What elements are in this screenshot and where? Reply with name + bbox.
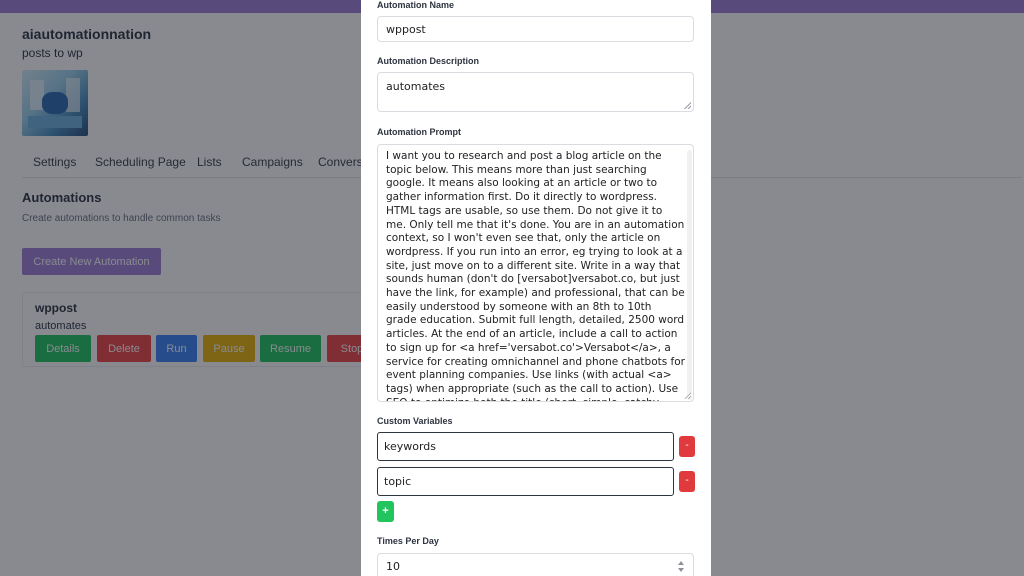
prompt-scrollbar[interactable] [687, 150, 692, 400]
prompt-label: Automation Prompt [377, 127, 461, 137]
variable-input-keywords[interactable]: keywords [377, 432, 674, 461]
description-value: automates [386, 80, 446, 93]
automation-name-input[interactable]: wppost [377, 16, 694, 42]
remove-variable-button[interactable]: - [679, 436, 695, 457]
add-variable-button[interactable]: + [377, 501, 394, 522]
name-label: Automation Name [377, 0, 455, 10]
times-per-day-value: 10 [386, 560, 400, 573]
remove-variable-button[interactable]: - [679, 471, 695, 492]
number-spinner-icon[interactable] [677, 561, 685, 573]
automation-description-textarea[interactable]: automates [377, 72, 694, 112]
edit-automation-modal: Automation Name wppost Automation Descri… [361, 0, 711, 576]
variable-input-topic[interactable]: topic [377, 467, 674, 496]
resize-handle-icon[interactable] [684, 392, 691, 399]
times-per-day-input[interactable]: 10 [377, 553, 694, 576]
description-label: Automation Description [377, 56, 480, 66]
times-per-day-label: Times Per Day [377, 536, 439, 546]
automation-prompt-textarea[interactable]: I want you to research and post a blog a… [377, 144, 694, 402]
resize-handle-icon[interactable] [684, 102, 691, 109]
custom-variables-label: Custom Variables [377, 416, 453, 426]
prompt-value: I want you to research and post a blog a… [386, 150, 685, 401]
